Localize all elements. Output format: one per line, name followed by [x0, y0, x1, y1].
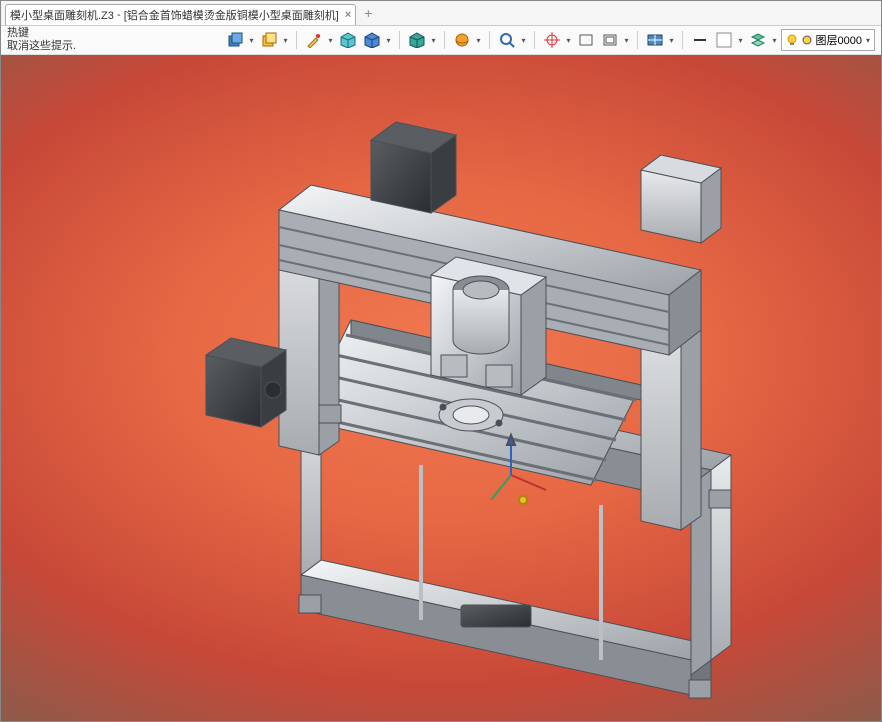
separator	[637, 31, 638, 49]
toolbar-box-cyan-icon[interactable]	[337, 29, 359, 51]
separator	[682, 31, 683, 49]
new-tab-button[interactable]: +	[364, 5, 372, 21]
hint-text: 热键 取消这些提示.	[7, 27, 76, 53]
hint-line-1: 热键	[7, 27, 76, 40]
layer-color-icon	[802, 35, 812, 45]
toolbar-icons: ▾ ▾ ▾ ▾ ▾ ▾ ▾ ▾ ▾ ▾	[224, 29, 876, 51]
separator	[489, 31, 490, 49]
document-tab[interactable]: 模小型桌面雕刻机.Z3 - [铝合金首饰蜡模烫金版铜模小型桌面雕刻机] ×	[5, 4, 356, 25]
dropdown-arrow-icon[interactable]: ▾	[565, 29, 573, 51]
dropdown-arrow-icon[interactable]: ▾	[327, 29, 335, 51]
dropdown-arrow-icon[interactable]: ▾	[385, 29, 393, 51]
toolbar-layers-icon[interactable]	[747, 29, 769, 51]
separator	[444, 31, 445, 49]
dropdown-arrow-icon[interactable]: ▾	[430, 29, 438, 51]
dropdown-arrow-icon[interactable]: ▾	[248, 29, 256, 51]
toolbar-rect2-icon[interactable]	[599, 29, 621, 51]
toolbar-cube-yellow-icon[interactable]	[258, 29, 280, 51]
separator	[296, 31, 297, 49]
dropdown-arrow-icon[interactable]: ▾	[520, 29, 528, 51]
layer-selector[interactable]: 图层0000 ▾	[781, 29, 876, 51]
dropdown-arrow-icon[interactable]: ▾	[737, 29, 745, 51]
dropdown-arrow-icon: ▾	[866, 36, 870, 45]
tab-partname: [铝合金首饰蜡模烫金版铜模小型桌面雕刻机]	[124, 7, 339, 23]
dropdown-arrow-icon[interactable]: ▾	[771, 29, 779, 51]
separator	[399, 31, 400, 49]
3d-viewport[interactable]	[1, 55, 881, 721]
hint-line-2: 取消这些提示.	[7, 40, 76, 53]
dropdown-arrow-icon[interactable]: ▾	[668, 29, 676, 51]
layer-label: 图层0000	[816, 32, 862, 48]
toolbar-grid-icon[interactable]	[644, 29, 666, 51]
toolbar-target-icon[interactable]	[541, 29, 563, 51]
app-window: 模小型桌面雕刻机.Z3 - [铝合金首饰蜡模烫金版铜模小型桌面雕刻机] × + …	[0, 0, 882, 722]
toolbar-lens-icon[interactable]	[496, 29, 518, 51]
tab-close-button[interactable]: ×	[345, 9, 351, 21]
tab-sep: -	[114, 9, 124, 21]
toolbar-sphere-icon[interactable]	[451, 29, 473, 51]
document-tab-bar: 模小型桌面雕刻机.Z3 - [铝合金首饰蜡模烫金版铜模小型桌面雕刻机] × +	[1, 1, 881, 26]
cnc-model	[1, 55, 881, 721]
toolbar-cube-blue-icon[interactable]	[224, 29, 246, 51]
toolbar-minus-icon[interactable]	[689, 29, 711, 51]
dropdown-arrow-icon[interactable]: ▾	[475, 29, 483, 51]
toolbar-brush-icon[interactable]	[303, 29, 325, 51]
dropdown-arrow-icon[interactable]: ▾	[623, 29, 631, 51]
toolbar-box-teal-icon[interactable]	[406, 29, 428, 51]
separator	[534, 31, 535, 49]
lightbulb-icon	[786, 34, 798, 46]
toolbar-rect-icon[interactable]	[575, 29, 597, 51]
toolbar: 热键 取消这些提示. ▾ ▾ ▾ ▾ ▾ ▾ ▾ ▾	[1, 26, 881, 55]
toolbar-swatch-icon[interactable]	[713, 29, 735, 51]
toolbar-box-blue-icon[interactable]	[361, 29, 383, 51]
tab-filename: 模小型桌面雕刻机.Z3	[10, 7, 114, 23]
dropdown-arrow-icon[interactable]: ▾	[282, 29, 290, 51]
